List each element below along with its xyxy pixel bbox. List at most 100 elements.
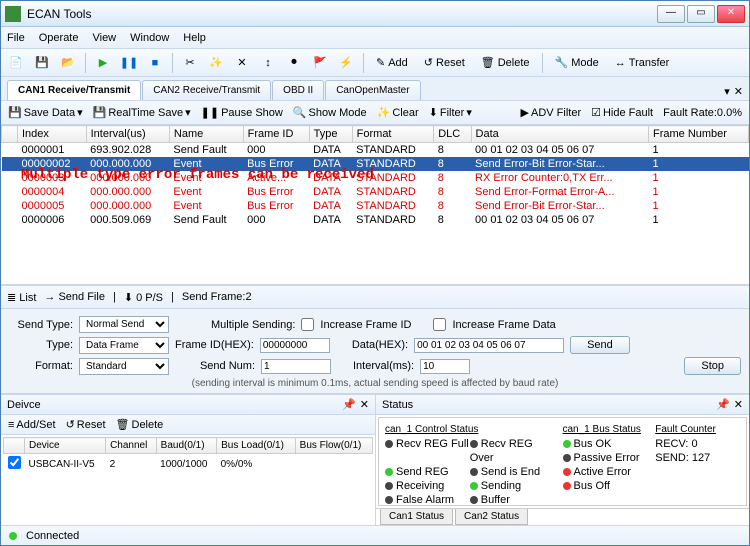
minimize-button[interactable]: —: [657, 5, 685, 23]
hide-fault-button[interactable]: ☑ Hide Fault: [588, 106, 656, 119]
data-input[interactable]: [414, 338, 564, 353]
bus-status-header: can_1 Bus Status: [563, 424, 648, 435]
table-row[interactable]: 00000002000.000.000EventBus ErrorDATASTA…: [2, 157, 749, 171]
device-row[interactable]: USBCAN-II-V52 1000/10000%/0%: [4, 454, 373, 475]
send-file-button[interactable]: → Send File: [44, 291, 105, 303]
increase-framedata-checkbox[interactable]: [433, 318, 446, 331]
interval-input[interactable]: [420, 359, 470, 374]
play-icon[interactable]: ▶: [92, 52, 114, 74]
clear-button[interactable]: ✨ Clear: [374, 106, 422, 119]
col-header[interactable]: Name: [169, 126, 243, 143]
col-header[interactable]: Data: [471, 126, 648, 143]
record-icon[interactable]: ⏺: [283, 52, 305, 74]
type-select[interactable]: Data Frame: [79, 337, 169, 354]
control-status-header: can_1 Control Status: [385, 424, 555, 435]
increase-frameid-checkbox[interactable]: [301, 318, 314, 331]
table-row[interactable]: 0000001693.902.028Send Fault000DATASTAND…: [2, 143, 749, 158]
wand-icon[interactable]: ✨: [205, 52, 227, 74]
format-select[interactable]: Standard: [79, 358, 169, 375]
stop-icon[interactable]: ■: [144, 52, 166, 74]
col-header[interactable]: Frame ID: [243, 126, 309, 143]
panel-close-icon[interactable]: ✕: [360, 398, 369, 411]
mode-button[interactable]: 🔧 Mode: [549, 56, 605, 69]
adv-filter-button[interactable]: ▶ ADV Filter: [518, 106, 585, 119]
pause-show-button[interactable]: ❚❚ Pause Show: [198, 106, 286, 119]
pin-icon[interactable]: 📌: [342, 398, 356, 411]
sendnum-input[interactable]: [261, 359, 331, 374]
toggle-icon[interactable]: ↕: [257, 52, 279, 74]
menu-operate[interactable]: Operate: [39, 32, 79, 44]
delete-button[interactable]: 🗑 Delete: [475, 56, 536, 69]
window-title: ECAN Tools: [27, 7, 657, 21]
menu-window[interactable]: Window: [130, 32, 169, 44]
panel-close-icon[interactable]: ✕: [734, 398, 743, 411]
rate-indicator: ⬇ 0 P/S: [124, 291, 163, 304]
sending-note: (sending interval is minimum 0.1ms, actu…: [9, 378, 741, 389]
col-header[interactable]: DLC: [434, 126, 471, 143]
list-button[interactable]: ≣ List: [7, 291, 36, 304]
sendtype-select[interactable]: Normal Send: [79, 316, 169, 333]
save-icon[interactable]: 💾: [31, 52, 53, 74]
sendtype-label: Send Type:: [9, 319, 73, 331]
col-header[interactable]: Index: [18, 126, 87, 143]
tab-close-icon[interactable]: ✕: [734, 85, 743, 98]
sendnum-label: Send Num:: [175, 360, 255, 372]
col-header[interactable]: Channel: [106, 438, 157, 454]
device-row-checkbox[interactable]: [8, 456, 21, 469]
scissors-icon[interactable]: ✂: [179, 52, 201, 74]
can1-status-tab[interactable]: Can1 Status: [380, 509, 453, 525]
send-button[interactable]: Send: [570, 336, 630, 354]
col-header[interactable]: Bus Flow(0/1): [295, 438, 372, 454]
device-addset-button[interactable]: ≡ Add/Set: [5, 419, 59, 431]
menu-view[interactable]: View: [92, 32, 116, 44]
table-row[interactable]: 0000003000.000.000EventActive...DATASTAN…: [2, 171, 749, 185]
reset-button[interactable]: ↺ Reset: [418, 56, 471, 69]
tab-dropdown-icon[interactable]: ▾: [724, 85, 730, 98]
maximize-button[interactable]: ▭: [687, 5, 715, 23]
device-reset-button[interactable]: ↺ Reset: [63, 418, 109, 431]
table-row[interactable]: 0000005000.000.000EventBus ErrorDATASTAN…: [2, 199, 749, 213]
status-item: Receiving: [385, 479, 470, 493]
new-file-icon[interactable]: 📄: [5, 52, 27, 74]
tab-can1[interactable]: CAN1 Receive/Transmit: [7, 80, 141, 100]
col-header[interactable]: Device: [25, 438, 106, 454]
tab-canopen[interactable]: CanOpenMaster: [325, 80, 420, 100]
show-mode-button[interactable]: 🔍 Show Mode: [290, 106, 370, 119]
frameid-input[interactable]: [260, 338, 330, 353]
receive-grid[interactable]: IndexInterval(us)NameFrame IDTypeFormatD…: [1, 125, 749, 285]
stop-button[interactable]: Stop: [684, 357, 741, 375]
cut-icon[interactable]: ✕: [231, 52, 253, 74]
pin-icon[interactable]: 📌: [716, 398, 730, 411]
menu-file[interactable]: File: [7, 32, 25, 44]
filter-button[interactable]: ⬇ Filter ▾: [426, 106, 475, 119]
col-header[interactable]: Type: [309, 126, 352, 143]
table-row[interactable]: 0000006000.509.069Send Fault000DATASTAND…: [2, 213, 749, 227]
realtime-save-button[interactable]: 💾 RealTime Save ▾: [90, 106, 194, 119]
tab-can2[interactable]: CAN2 Receive/Transmit: [142, 80, 271, 100]
col-header[interactable]: Frame Number: [649, 126, 749, 143]
add-button[interactable]: ✎ Add: [370, 56, 414, 69]
col-header[interactable]: Format: [352, 126, 434, 143]
status-item: Passive Error: [563, 451, 648, 465]
multiple-sending-label: Multiple Sending:: [211, 319, 295, 331]
transfer-button[interactable]: ↔ Transfer: [609, 57, 676, 69]
save-data-button[interactable]: 💾 Save Data ▾: [5, 106, 86, 119]
flag-icon[interactable]: 🚩: [309, 52, 331, 74]
frameid-label: Frame ID(HEX):: [175, 339, 254, 351]
pause-icon[interactable]: ❚❚: [118, 52, 140, 74]
status-item: Bus Off: [563, 479, 648, 493]
lightning-icon[interactable]: ⚡: [335, 52, 357, 74]
col-header[interactable]: Bus Load(0/1): [217, 438, 296, 454]
col-header[interactable]: Interval(us): [86, 126, 169, 143]
open-icon[interactable]: 📂: [57, 52, 79, 74]
status-item: False Alarm: [385, 493, 470, 506]
close-button[interactable]: ✕: [717, 5, 745, 23]
table-row[interactable]: 0000004000.000.000EventBus ErrorDATASTAN…: [2, 185, 749, 199]
menu-help[interactable]: Help: [183, 32, 206, 44]
tab-obd[interactable]: OBD II: [272, 80, 324, 100]
can2-status-tab[interactable]: Can2 Status: [455, 509, 528, 525]
device-delete-button[interactable]: 🗑 Delete: [113, 418, 167, 431]
col-header[interactable]: Baud(0/1): [156, 438, 216, 454]
status-item: Recv REG Over: [470, 437, 555, 465]
send-listbar: ≣ List → Send File | ⬇ 0 P/S | Send Fram…: [1, 285, 749, 309]
